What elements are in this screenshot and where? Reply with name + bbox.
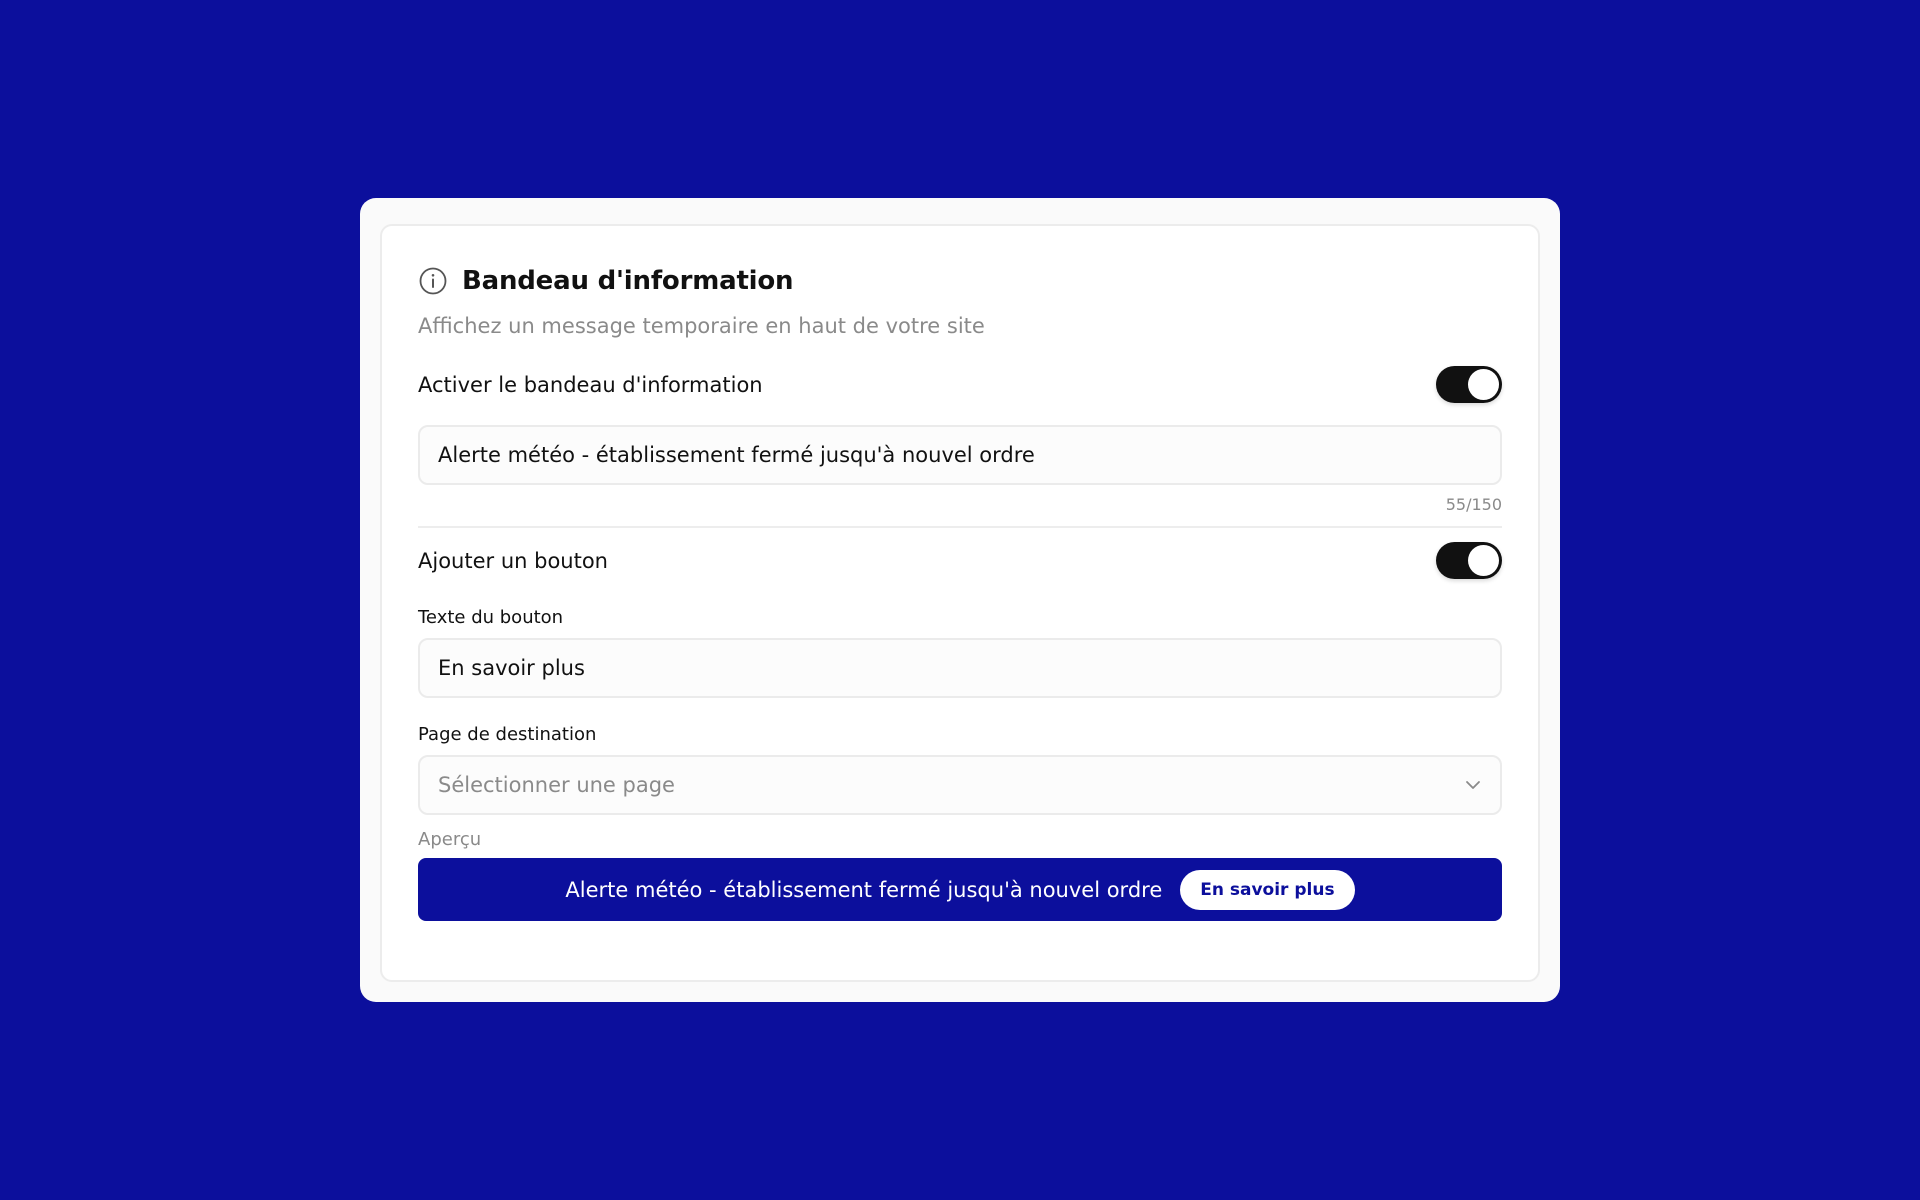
button-text-label: Texte du bouton bbox=[418, 607, 564, 628]
preview-label: Aperçu bbox=[418, 829, 482, 850]
button-text-input[interactable] bbox=[418, 638, 1502, 698]
info-icon bbox=[418, 266, 448, 296]
destination-select[interactable]: Sélectionner une page bbox=[418, 755, 1502, 815]
toggle-knob bbox=[1468, 545, 1499, 576]
chevron-down-icon bbox=[1464, 776, 1482, 794]
destination-label: Page de destination bbox=[418, 724, 597, 745]
info-banner-card: Bandeau d'information Affichez un messag… bbox=[380, 224, 1540, 982]
section-divider bbox=[418, 526, 1502, 528]
banner-toggle-row: Activer le bandeau d'information bbox=[418, 366, 1502, 403]
button-toggle-row: Ajouter un bouton bbox=[418, 542, 1502, 579]
card-subtitle: Affichez un message temporaire en haut d… bbox=[418, 314, 985, 338]
preview-banner: Alerte météo - établissement fermé jusqu… bbox=[418, 858, 1502, 921]
banner-message-input[interactable] bbox=[418, 425, 1502, 485]
card-title: Bandeau d'information bbox=[462, 266, 794, 296]
toggle-knob bbox=[1468, 369, 1499, 400]
character-counter: 55/150 bbox=[1445, 495, 1502, 514]
button-toggle-label: Ajouter un bouton bbox=[418, 548, 608, 573]
preview-message: Alerte météo - établissement fermé jusqu… bbox=[565, 877, 1163, 902]
preview-cta-button[interactable]: En savoir plus bbox=[1180, 869, 1355, 910]
add-button-toggle[interactable] bbox=[1436, 542, 1502, 579]
card-header: Bandeau d'information bbox=[418, 266, 1502, 296]
settings-panel: Bandeau d'information Affichez un messag… bbox=[360, 198, 1560, 1002]
banner-toggle[interactable] bbox=[1436, 366, 1502, 403]
banner-toggle-label: Activer le bandeau d'information bbox=[418, 372, 763, 397]
destination-placeholder: Sélectionner une page bbox=[438, 773, 675, 797]
